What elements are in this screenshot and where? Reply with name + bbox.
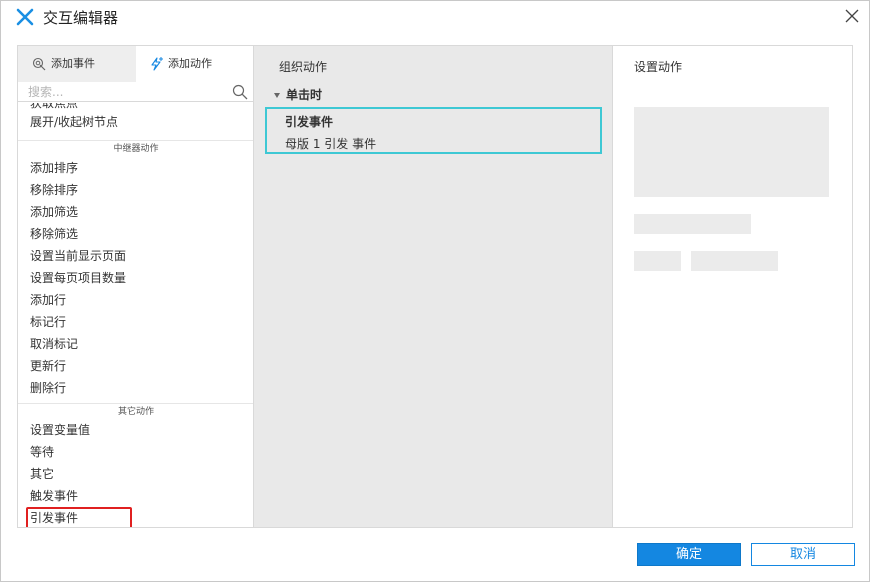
list-item[interactable]: 等待 [30,441,54,463]
configure-action-panel: 设置动作 [614,46,852,527]
list-item[interactable]: 设置当前显示页面 [30,245,126,267]
highlight-annotation [26,507,132,527]
list-item[interactable]: 删除行 [30,377,66,399]
list-item[interactable]: 移除筛选 [30,223,78,245]
list-item[interactable]: 触发事件 [30,485,78,507]
action-name: 引发事件 [285,115,334,129]
section-label: 其它动作 [111,407,160,417]
panel-title: 组织动作 [279,60,328,74]
app-logo-icon [16,8,34,26]
library-tabs: 添加事件 添加动作 [18,46,253,82]
loading-placeholder [634,107,829,197]
list-item[interactable]: 其它 [30,463,54,485]
action-list: 获取焦点 展开/收起树节点 中继器动作 添加排序 移除排序 添加筛选 移除筛选 … [18,103,253,527]
action-library-panel: 添加事件 添加动作 获取焦点 展开/收起 [18,46,254,527]
interaction-editor-window: 交互编辑器 添加事件 添加动作 搜索... 获取焦点 展开/收起树节点 中继器动… [0,0,870,582]
list-item[interactable]: 设置每页项目数量 [30,267,126,289]
add-event-icon [32,57,46,71]
search-icon[interactable] [232,84,248,100]
tab-label: 添加事件 [51,57,95,70]
list-item[interactable]: 设置变量值 [30,419,90,441]
loading-placeholder [634,214,751,234]
list-item[interactable]: 添加行 [30,289,66,311]
organize-actions-panel: 组织动作 单击时 引发事件 母版 1 引发 事件 [254,46,613,527]
list-item[interactable]: 更新行 [30,355,66,377]
title-bar: 交互编辑器 [1,1,869,33]
section-label: 中继器动作 [107,144,165,154]
list-item[interactable]: 展开/收起树节点 [30,111,118,133]
close-icon[interactable] [843,7,861,25]
selected-action[interactable]: 引发事件 母版 1 引发 事件 [265,107,602,154]
cancel-button[interactable]: 取消 [751,543,855,566]
search-input[interactable] [28,83,228,101]
section-header-other: 其它动作 [18,403,253,417]
list-item[interactable]: 取消标记 [30,333,78,355]
loading-placeholder [634,251,681,271]
list-item[interactable]: 标记行 [30,311,66,333]
editor-body: 添加事件 添加动作 获取焦点 展开/收起 [17,45,853,528]
list-item[interactable]: 添加排序 [30,157,78,179]
action-detail: 母版 1 引发 事件 [285,137,377,151]
list-item[interactable]: 移除排序 [30,179,78,201]
event-label: 单击时 [286,88,323,102]
tab-label: 添加动作 [168,57,212,70]
add-action-icon [151,57,163,71]
search-bar [18,82,253,102]
panel-title: 设置动作 [634,60,683,74]
event-node[interactable]: 单击时 [274,86,322,103]
list-item[interactable]: 添加筛选 [30,201,78,223]
caret-down-icon [274,93,280,98]
tab-add-event[interactable]: 添加事件 [18,46,136,82]
tab-add-action[interactable]: 添加动作 [136,46,253,82]
section-header-repeater: 中继器动作 [18,140,253,154]
loading-placeholder [691,251,778,271]
ok-button[interactable]: 确定 [637,543,741,566]
window-title: 交互编辑器 [43,9,119,27]
